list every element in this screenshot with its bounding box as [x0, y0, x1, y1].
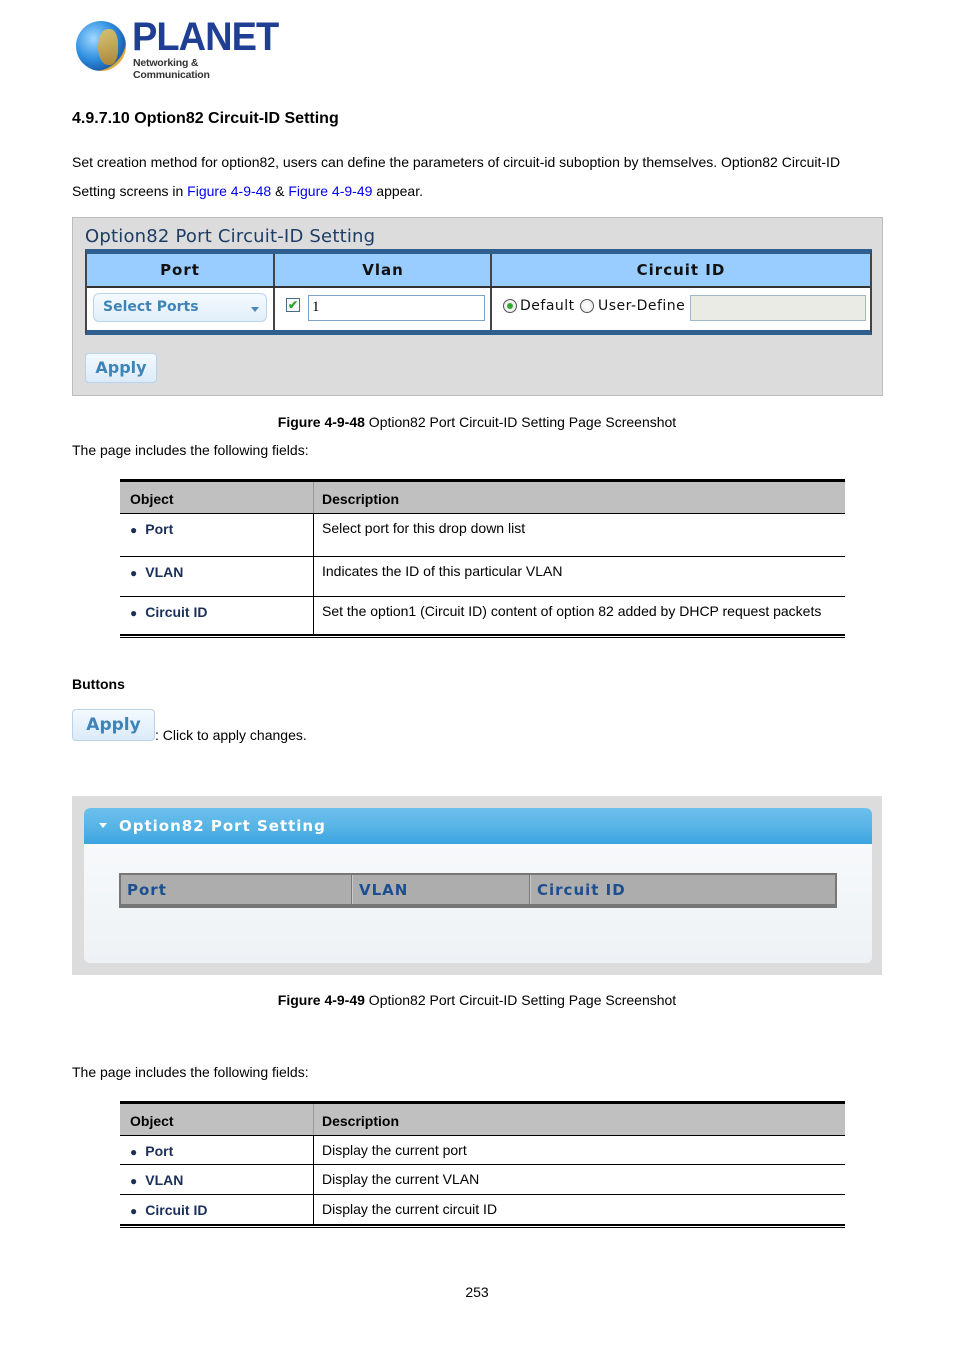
- figure-option82-port-setting: Option82 Port Setting Port VLAN Circuit …: [72, 796, 882, 975]
- figure-caption-49: Figure 4-9-49 Option82 Port Circuit-ID S…: [0, 992, 954, 1008]
- header-description: Description: [322, 491, 400, 507]
- object-name: Circuit ID: [145, 1202, 208, 1218]
- caption-text: Option82 Port Circuit-ID Setting Page Sc…: [364, 992, 677, 1008]
- table-row: ● Circuit ID Display the current circuit …: [120, 1195, 845, 1224]
- collapse-caret-icon: [99, 823, 107, 828]
- header-object: Object: [130, 491, 174, 507]
- intro-paragraph-line2: Setting screens in Figure 4-9-48 & Figur…: [72, 184, 423, 198]
- chevron-down-icon: [251, 307, 259, 312]
- caption-text: Option82 Port Circuit-ID Setting Page Sc…: [364, 414, 677, 430]
- vlan-checkbox[interactable]: ✔: [286, 298, 300, 312]
- port-setting-table: Port VLAN Circuit ID: [119, 873, 837, 908]
- intro-prefix: Setting screens in: [72, 183, 188, 199]
- table-row: ● VLAN Display the current VLAN: [120, 1165, 845, 1195]
- column-header-vlan: Vlan: [362, 261, 404, 279]
- radio-user-define-label: User-Define: [598, 298, 686, 314]
- logo-tagline: Networking & Communication: [133, 57, 210, 81]
- column-header-circuit-id: Circuit ID: [537, 881, 626, 899]
- page-number: 253: [465, 1284, 489, 1300]
- fields-table-1: Object Description ● Port Select port for…: [120, 479, 845, 639]
- intro-paragraph-line1: Set creation method for option82, users …: [72, 154, 841, 170]
- vlan-input[interactable]: 1: [308, 295, 485, 321]
- intro-amp: &: [271, 183, 289, 199]
- object-description: Set the option1 (Circuit ID) content of …: [322, 603, 822, 619]
- intro-suffix: appear.: [372, 183, 423, 199]
- table-row: Select Ports ✔ 1 Default User-Define: [87, 288, 870, 330]
- apply-button-sample[interactable]: Apply: [72, 709, 155, 741]
- object-name: Port: [145, 1143, 174, 1159]
- table-row: ● Port Display the current port: [120, 1135, 845, 1165]
- section-title: 4.9.7.10 Option82 Circuit-ID Setting: [72, 110, 339, 127]
- table-header: Object Description: [120, 1104, 845, 1135]
- radio-user-define[interactable]: [580, 299, 594, 313]
- table-header: Object Description: [120, 482, 845, 513]
- apply-button-description: : Click to apply changes.: [155, 727, 307, 743]
- object-description: Display the current VLAN: [322, 1171, 480, 1187]
- table-header: Port Vlan Circuit ID: [87, 254, 870, 288]
- column-header-port: Port: [160, 261, 200, 279]
- planet-logo: PLANET Networking & Communication: [76, 15, 279, 81]
- circuit-id-setting-table: Port Vlan Circuit ID Select Ports ✔ 1 De…: [85, 249, 872, 335]
- object-description: Indicates the ID of this particular VLAN: [322, 563, 563, 579]
- panel-title: Option82 Port Setting: [119, 817, 326, 835]
- caption-label: Figure 4-9-49: [277, 992, 365, 1008]
- buttons-heading: Buttons: [72, 676, 125, 692]
- column-header-circuit-id: Circuit ID: [636, 261, 726, 279]
- fields-table-2: Object Description ● Port Display the cur…: [120, 1101, 845, 1231]
- header-object: Object: [130, 1113, 174, 1129]
- object-description: Display the current port: [322, 1142, 467, 1158]
- table-row: ● Port Select port for this drop down lis…: [120, 513, 845, 557]
- panel-header[interactable]: Option82 Port Setting: [84, 808, 872, 844]
- apply-button[interactable]: Apply: [85, 353, 157, 383]
- globe-icon: [76, 21, 126, 71]
- select-ports-dropdown[interactable]: Select Ports: [93, 293, 267, 322]
- header-description: Description: [322, 1113, 400, 1129]
- figure-option82-circuit-id-setting: Option82 Port Circuit-ID Setting Port Vl…: [72, 217, 883, 396]
- fields-intro: The page includes the following fields:: [72, 1064, 309, 1080]
- column-header-vlan: VLAN: [359, 881, 409, 899]
- select-ports-label: Select Ports: [103, 299, 199, 315]
- figure-caption-48: Figure 4-9-48 Option82 Port Circuit-ID S…: [0, 414, 954, 430]
- column-header-port: Port: [127, 881, 167, 899]
- port-setting-panel: Option82 Port Setting Port VLAN Circuit …: [84, 808, 872, 963]
- caption-label: Figure 4-9-48: [277, 414, 365, 430]
- object-description: Select port for this drop down list: [322, 520, 526, 536]
- fields-intro: The page includes the following fields:: [72, 442, 309, 458]
- panel-title: Option82 Port Circuit-ID Setting: [85, 226, 376, 247]
- object-description: Display the current circuit ID: [322, 1201, 498, 1217]
- radio-default[interactable]: [503, 299, 517, 313]
- object-name: Port: [145, 521, 174, 537]
- object-name: VLAN: [145, 1172, 184, 1188]
- figure-link-48[interactable]: Figure 4-9-48: [187, 183, 271, 199]
- object-name: Circuit ID: [145, 604, 208, 620]
- object-name: VLAN: [145, 564, 184, 580]
- radio-default-label: Default: [520, 298, 575, 314]
- logo-brand: PLANET: [132, 15, 279, 59]
- circuit-id-input[interactable]: [690, 295, 866, 321]
- table-row: ● Circuit ID Set the option1 (Circuit ID)…: [120, 597, 845, 635]
- figure-link-49[interactable]: Figure 4-9-49: [288, 183, 372, 199]
- table-row: ● VLAN Indicates the ID of this particula…: [120, 557, 845, 597]
